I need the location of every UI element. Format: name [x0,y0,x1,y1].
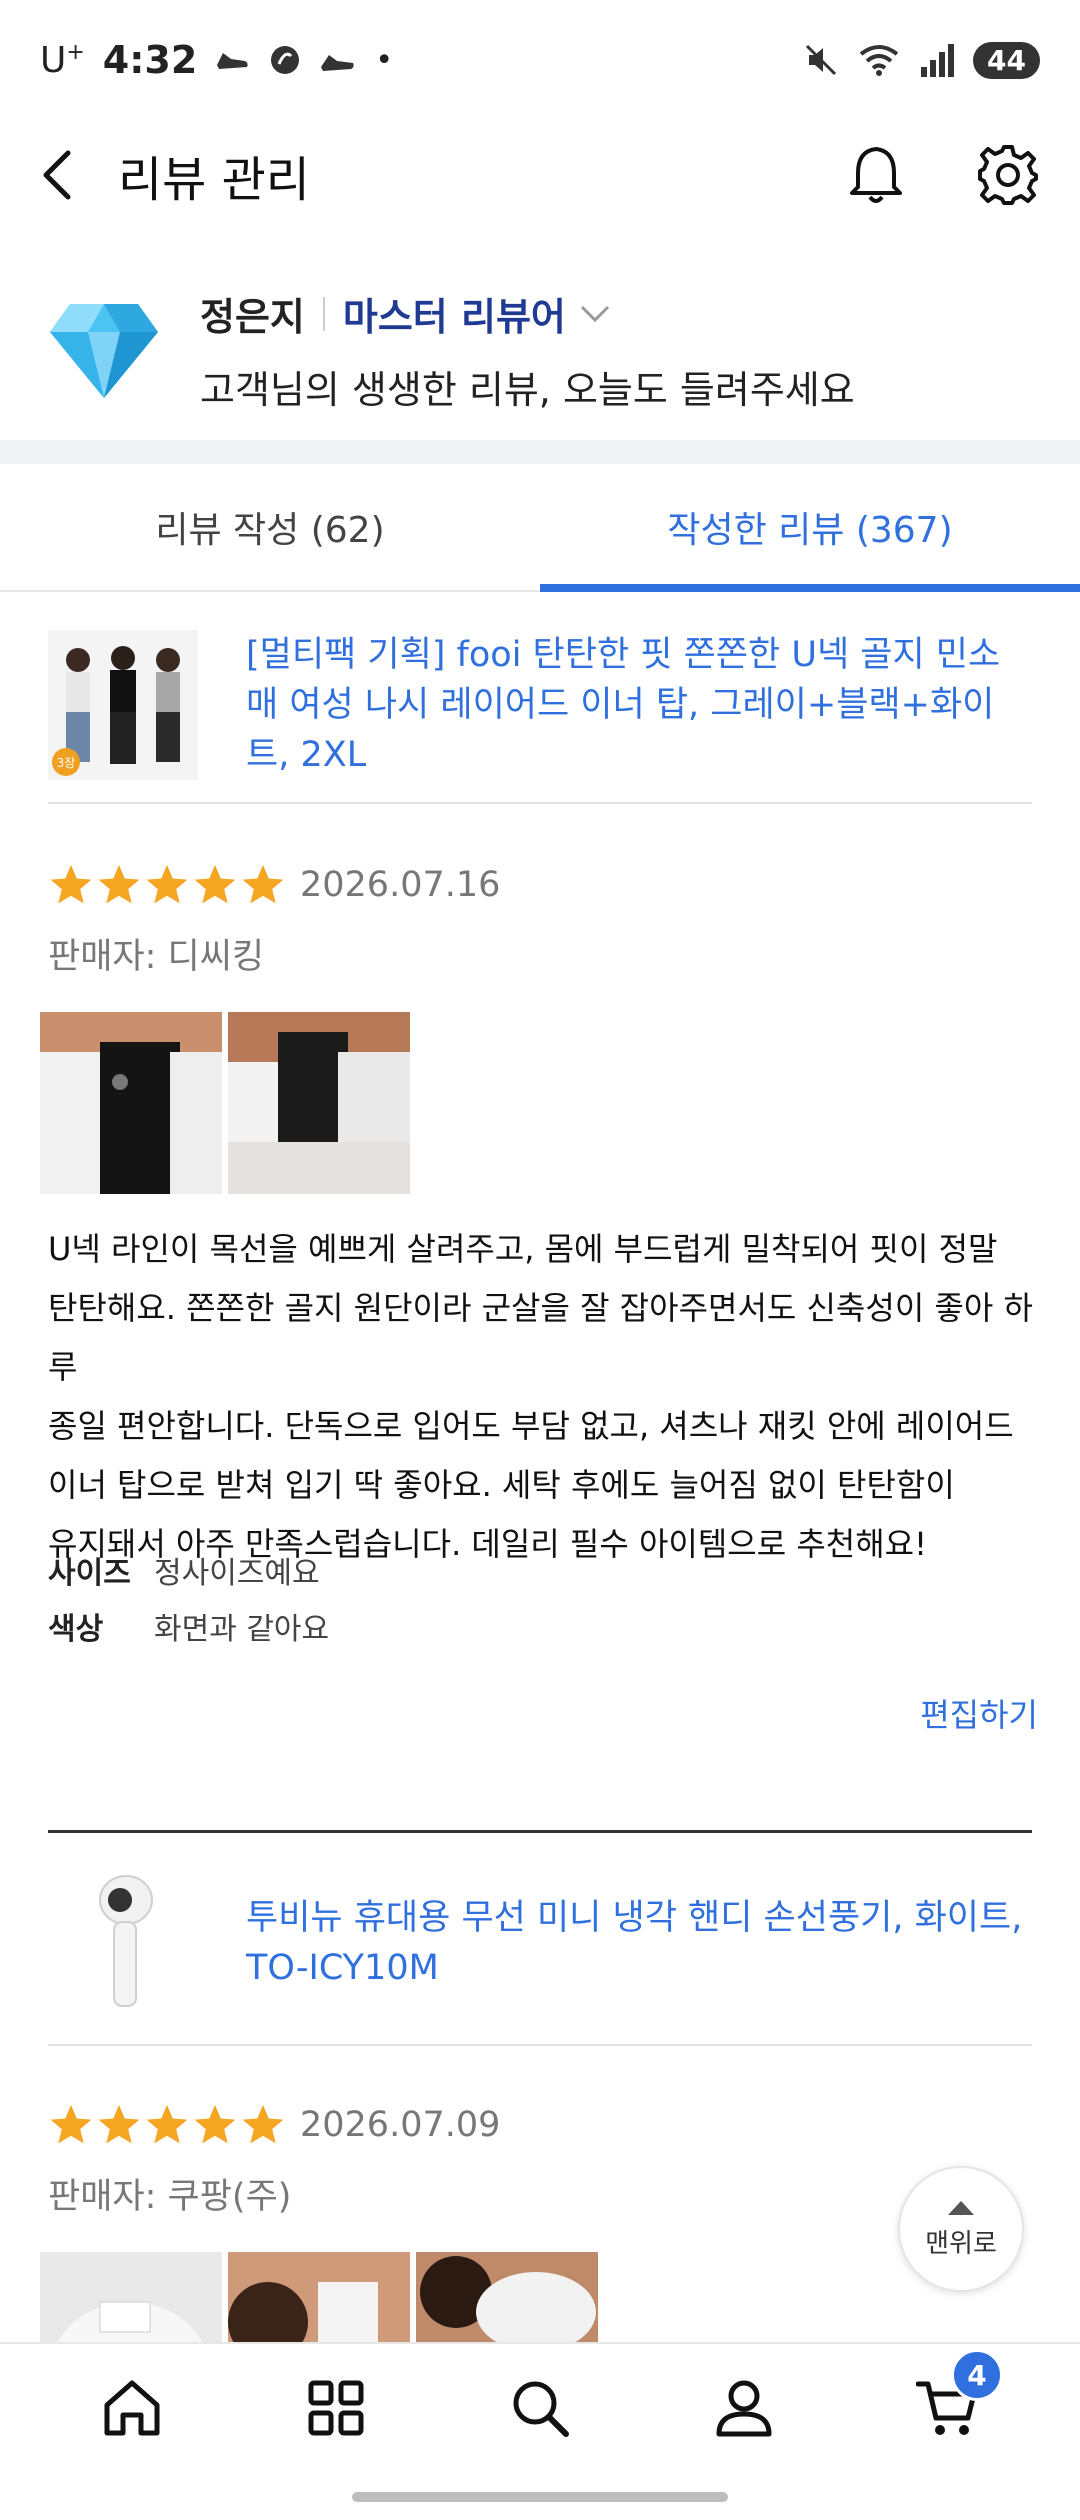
clock: 4:32 [102,38,198,82]
divider [48,802,1032,804]
star-rating [48,862,286,908]
carrier-label: U+ [40,39,85,81]
shoe-icon [217,53,248,69]
nav-home[interactable] [87,2363,177,2453]
nav-search[interactable] [495,2363,585,2453]
star-rating [48,2102,286,2148]
review-line: 탄탄해요. 쫀쫀한 골지 원단이라 군살을 잘 잡아주면서도 신축성이 좋아 하… [48,1289,1033,1386]
nav-categories[interactable] [291,2363,381,2453]
chevron-down-icon[interactable] [580,305,610,323]
user-icon [716,2380,772,2437]
signal-icon [921,44,955,77]
review-photo[interactable] [40,1012,222,1194]
star-icon [242,2104,284,2144]
star-icon [50,864,92,904]
review-date: 2026.07.16 [300,865,501,905]
star-icon [146,864,188,904]
edit-review-link[interactable]: 편집하기 [920,1690,1038,1736]
mute-icon [805,44,837,76]
app-header: 리뷰 관리 [0,120,1080,230]
meta-value: 화면과 같아요 [154,1612,330,1647]
product-thumbnail[interactable] [48,1868,198,2018]
review-line: 이너 탑으로 받쳐 입기 딱 좋아요. 세탁 후에도 늘어짐 없이 탄탄함이 [48,1466,955,1504]
app-icon [271,46,300,74]
product-name[interactable]: [멀티팩 기획] fooi 탄탄한 핏 쫀쫀한 U넥 골지 민소매 여성 나시 … [246,630,1032,780]
section-separator [0,440,1080,464]
home-icon [104,2380,160,2436]
star-icon [98,864,140,904]
divider [48,2044,1032,2046]
nav-cart[interactable]: 4 [903,2349,1003,2453]
gesture-bar [0,2472,1080,2520]
rating-row: 2026.07.09 [48,2102,500,2148]
profile-subtitle: 고객님의 생생한 리뷰, 오늘도 들려주세요 [200,368,855,412]
meta-row-size: 사이즈 정사이즈예요 [48,1548,320,1592]
product-row[interactable]: 3장 [멀티팩 기획] fooi 탄탄한 핏 쫀쫀한 U넥 골지 민소매 여성 … [48,630,1032,780]
star-icon [194,864,236,904]
meta-value: 정사이즈예요 [154,1556,320,1591]
star-icon [98,2104,140,2144]
status-bar: U+ 4:32 • 44 [0,0,1080,120]
bell-icon[interactable] [846,143,906,207]
rating-row: 2026.07.16 [48,862,500,908]
reviewer-rank[interactable]: 마스터 리뷰어 [343,286,566,341]
seller-label: 판매자: 쿠팡(주) [48,2177,292,2217]
star-icon [242,864,284,904]
search-icon [513,2381,569,2437]
wifi-icon [859,45,899,76]
back-button[interactable] [40,145,90,205]
review-body: U넥 라인이 목선을 예쁘게 살려주고, 몸에 부드럽게 밀착되어 핏이 정말 … [48,1220,1038,1574]
review-line: U넥 라인이 목선을 예쁘게 살려주고, 몸에 부드럽게 밀착되어 핏이 정말 [48,1230,998,1268]
review-photos [40,1012,410,1194]
user-name: 정은지 [200,295,305,339]
product-thumbnail[interactable]: 3장 [48,630,198,780]
diamond-icon [50,304,158,398]
triangle-up-icon [948,2200,974,2215]
bottom-navigation: 4 [0,2342,1080,2472]
review-separator [48,1830,1032,1833]
cart-count-badge: 4 [951,2349,1003,2401]
page-title: 리뷰 관리 [118,152,310,208]
tab-write-review[interactable]: 리뷰 작성 (62) [0,464,540,590]
tab-written-reviews[interactable]: 작성한 리뷰 (367) [540,464,1080,592]
gear-icon[interactable] [976,143,1040,207]
dot-icon: • [375,42,394,78]
star-icon [50,2104,92,2144]
nav-my-account[interactable] [699,2363,789,2453]
review-line: 종일 편안합니다. 단독으로 입어도 부담 없고, 셔츠나 재킷 안에 레이어드 [48,1407,1014,1445]
grid-icon [308,2380,364,2436]
home-indicator[interactable] [352,2492,728,2502]
scroll-top-label: 맨위로 [925,2228,997,2259]
divider [322,296,325,331]
meta-label: 색상 [48,1612,104,1647]
scroll-top-button[interactable]: 맨위로 [898,2166,1024,2292]
profile-card: 정은지 마스터 리뷰어 고객님의 생생한 리뷰, 오늘도 들려주세요 [0,260,1080,440]
star-icon [194,2104,236,2144]
meta-label: 사이즈 [48,1556,131,1591]
seller-label: 판매자: 디씨킹 [48,937,265,977]
product-name[interactable]: 투비뉴 휴대용 무선 미니 냉각 핸디 손선풍기, 화이트, TO-ICY10M [246,1893,1032,1993]
review-tabs: 리뷰 작성 (62) 작성한 리뷰 (367) [0,464,1080,592]
sneaker-icon [321,55,354,71]
battery-indicator: 44 [973,41,1040,79]
review-photo[interactable] [228,1012,410,1194]
review-date: 2026.07.09 [300,2105,501,2145]
meta-row-color: 색상 화면과 같아요 [48,1604,329,1648]
chevron-left-icon [43,150,71,200]
product-row[interactable]: 투비뉴 휴대용 무선 미니 냉각 핸디 손선풍기, 화이트, TO-ICY10M [48,1868,1032,2018]
thumb-badge: 3장 [57,756,76,770]
star-icon [146,2104,188,2144]
